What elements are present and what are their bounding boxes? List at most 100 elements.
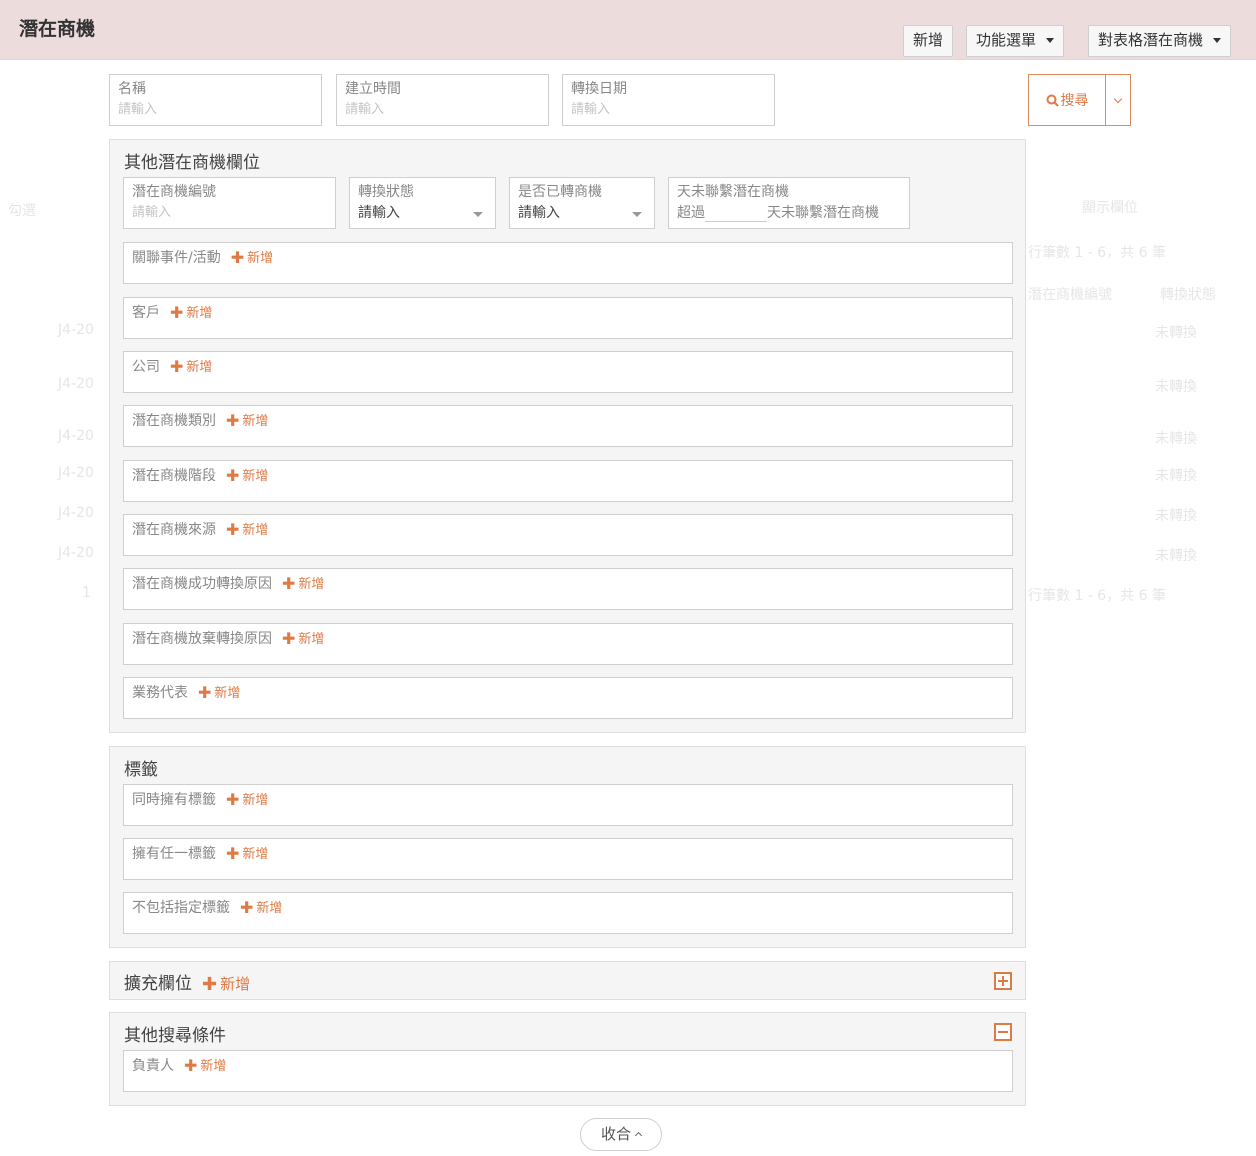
function-menu-label: 功能選單	[976, 31, 1037, 49]
function-menu-button[interactable]: 功能選單	[966, 25, 1065, 57]
company-label: 公司	[132, 359, 160, 375]
add-label: 新增	[242, 469, 269, 484]
tags-exclude-field[interactable]: 不包括指定標籤 ✚ 新增	[123, 892, 1013, 934]
conversion-status-select[interactable]: 轉換狀態 請輸入	[349, 177, 496, 229]
bg-row-2-id: J4-20	[58, 376, 94, 392]
add-label: 新增	[247, 251, 274, 266]
add-label: 新增	[242, 847, 269, 862]
tags-exclude-add[interactable]: ✚ 新增	[240, 897, 282, 917]
bg-col-status: 轉換狀態	[1160, 287, 1216, 303]
created-time-placeholder: 請輸入	[345, 102, 385, 117]
success-reason-field[interactable]: 潛在商機成功轉換原因 ✚ 新增	[123, 568, 1013, 610]
chevron-down-icon	[1113, 94, 1123, 103]
sales-rep-label: 業務代表	[132, 685, 188, 701]
chevron-up-icon	[634, 1131, 643, 1140]
company-add[interactable]: ✚ 新增	[170, 356, 212, 376]
plus-icon: ✚	[226, 411, 240, 430]
uncontacted-prefix: 超過	[677, 205, 705, 221]
opportunity-number-field[interactable]: 潛在商機編號 請輸入	[123, 177, 336, 229]
search-options-toggle[interactable]	[1106, 75, 1130, 125]
uncontacted-suffix: 天未聯繫潛在商機	[767, 205, 879, 221]
bg-row-3-status: 未轉換	[1155, 431, 1197, 447]
abandon-reason-label: 潛在商機放棄轉換原因	[132, 631, 272, 647]
uncontacted-days-input[interactable]	[705, 205, 767, 222]
bg-row-6-id: J4-20	[58, 545, 94, 561]
bg-row-4-id: J4-20	[58, 465, 94, 481]
bg-row-1-id: J4-20	[58, 322, 94, 338]
bg-row-5-status: 未轉換	[1155, 508, 1197, 524]
tags-all-label: 同時擁有標籤	[132, 792, 216, 808]
opportunity-category-add[interactable]: ✚ 新增	[226, 410, 268, 430]
opportunity-stage-field[interactable]: 潛在商機階段 ✚ 新增	[123, 460, 1013, 502]
converted-date-field[interactable]: 轉換日期 請輸入	[562, 74, 775, 126]
tags-all-add[interactable]: ✚ 新增	[226, 789, 268, 809]
extended-fields-add[interactable]: ✚ 新增	[202, 973, 250, 995]
plus-icon: ✚	[240, 898, 254, 917]
tags-any-label: 擁有任一標籤	[132, 846, 216, 862]
created-time-field[interactable]: 建立時間 請輸入	[336, 74, 549, 126]
converted-date-placeholder: 請輸入	[571, 102, 611, 117]
search-button[interactable]: 搜尋	[1029, 75, 1106, 125]
search-icon	[1046, 94, 1059, 107]
add-label: 新增	[200, 1059, 227, 1074]
add-label: 新增	[220, 975, 251, 993]
page-header: 潛在商機 新增 功能選單 對表格潛在商機	[0, 0, 1256, 60]
opportunity-source-field[interactable]: 潛在商機來源 ✚ 新增	[123, 514, 1013, 556]
success-reason-add[interactable]: ✚ 新增	[282, 573, 324, 593]
bg-col-number: 潛在商機編號	[1028, 287, 1112, 303]
add-button-label: 新增	[913, 31, 944, 49]
converted-date-label: 轉換日期	[571, 81, 627, 97]
owner-field[interactable]: 負責人 ✚ 新增	[123, 1050, 1013, 1092]
opportunity-category-field[interactable]: 潛在商機類別 ✚ 新增	[123, 405, 1013, 447]
converted-value: 請輸入	[518, 205, 560, 221]
collapse-button-label: 收合	[600, 1125, 631, 1143]
converted-select[interactable]: 是否已轉商機 請輸入	[509, 177, 655, 229]
abandon-reason-add[interactable]: ✚ 新增	[282, 628, 324, 648]
plus-icon: ✚	[226, 844, 240, 863]
plus-icon: ✚	[202, 974, 218, 995]
extended-fields-panel: 擴充欄位 ✚ 新增	[109, 961, 1026, 1000]
related-event-field[interactable]: 關聯事件/活動 ✚ 新增	[123, 242, 1013, 284]
sales-rep-add[interactable]: ✚ 新增	[198, 682, 240, 702]
plus-icon: ✚	[226, 520, 240, 539]
tags-any-add[interactable]: ✚ 新增	[226, 843, 268, 863]
collapse-icon[interactable]	[994, 1023, 1012, 1041]
bg-row-3-id: J4-20	[58, 428, 94, 444]
opportunity-category-label: 潛在商機類別	[132, 413, 216, 429]
extended-fields-title: 擴充欄位 ✚ 新增	[124, 969, 250, 995]
add-label: 新增	[256, 901, 283, 916]
page-title: 潛在商機	[19, 18, 96, 40]
expand-icon[interactable]	[994, 972, 1012, 990]
uncontacted-days-label: 天未聯繫潛在商機	[677, 184, 789, 200]
bg-row-6-status: 未轉換	[1155, 548, 1197, 564]
tags-all-field[interactable]: 同時擁有標籤 ✚ 新增	[123, 784, 1013, 826]
plus-icon: ✚	[226, 466, 240, 485]
search-button-label: 搜尋	[1060, 93, 1089, 109]
tags-exclude-label: 不包括指定標籤	[132, 900, 230, 916]
plus-icon: ✚	[226, 790, 240, 809]
tags-any-field[interactable]: 擁有任一標籤 ✚ 新增	[123, 838, 1013, 880]
table-menu-button[interactable]: 對表格潛在商機	[1088, 25, 1232, 57]
caret-down-icon	[632, 212, 642, 217]
bg-page-info-top: 行筆數 1 - 6，共 6 筆	[1028, 245, 1167, 261]
customer-field[interactable]: 客戶 ✚ 新增	[123, 297, 1013, 339]
customer-add[interactable]: ✚ 新增	[170, 302, 212, 322]
bg-row-2-status: 未轉換	[1155, 379, 1197, 395]
bg-page-number: 1	[82, 585, 91, 601]
caret-down-icon	[473, 212, 483, 217]
plus-icon: ✚	[282, 629, 296, 648]
opportunity-source-add[interactable]: ✚ 新增	[226, 519, 268, 539]
conversion-status-label: 轉換狀態	[358, 184, 414, 200]
abandon-reason-field[interactable]: 潛在商機放棄轉換原因 ✚ 新增	[123, 623, 1013, 665]
related-event-add[interactable]: ✚ 新增	[231, 247, 273, 267]
collapse-button[interactable]: 收合	[580, 1118, 662, 1151]
add-button[interactable]: 新增	[903, 25, 954, 57]
name-field[interactable]: 名稱 請輸入	[109, 74, 322, 126]
owner-add[interactable]: ✚ 新增	[184, 1055, 226, 1075]
success-reason-label: 潛在商機成功轉換原因	[132, 576, 272, 592]
conversion-status-value: 請輸入	[358, 205, 400, 221]
opportunity-stage-add[interactable]: ✚ 新增	[226, 465, 268, 485]
customer-label: 客戶	[132, 305, 160, 321]
sales-rep-field[interactable]: 業務代表 ✚ 新增	[123, 677, 1013, 719]
company-field[interactable]: 公司 ✚ 新增	[123, 351, 1013, 393]
